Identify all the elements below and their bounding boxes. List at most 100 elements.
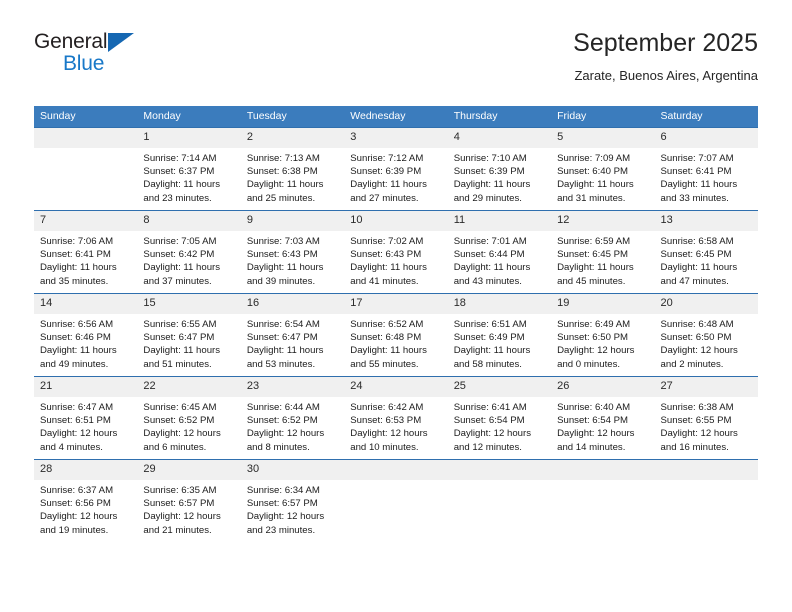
calendar-day-cell[interactable]: 25 Sunrise: 6:41 AM Sunset: 6:54 PM Dayligh… (447, 376, 552, 460)
calendar-day-cell[interactable]: 16 Sunrise: 6:54 AM Sunset: 6:47 PM Dayligh… (240, 293, 345, 377)
day-sun-info: Sunrise: 7:03 AM Sunset: 6:43 PM Daylight:… (241, 231, 344, 288)
sunset-text: Sunset: 6:52 PM (246, 415, 318, 427)
day-number: 19 (551, 294, 655, 314)
generalblue-logo: General Blue (34, 30, 214, 86)
page-header: General Blue September 2025 Zarate, Buen… (34, 28, 758, 92)
sunset-text: Sunset: 6:45 PM (660, 249, 732, 261)
day-number: 8 (137, 211, 241, 231)
sunset-text: Sunset: 6:47 PM (143, 332, 215, 344)
calendar-day-cell[interactable]: 23 Sunrise: 6:44 AM Sunset: 6:52 PM Dayligh… (240, 376, 345, 460)
calendar-day-cell[interactable]: 11 Sunrise: 7:01 AM Sunset: 6:44 PM Dayligh… (447, 210, 552, 294)
daylight-text-line2: and 4 minutes. (40, 441, 103, 453)
day-number (654, 460, 758, 480)
calendar-day-cell[interactable]: 22 Sunrise: 6:45 AM Sunset: 6:52 PM Dayligh… (137, 376, 241, 460)
calendar-day-cell[interactable]: 7 Sunrise: 7:06 AM Sunset: 6:41 PM Daylight… (34, 210, 138, 294)
calendar-day-cell[interactable]: 30 Sunrise: 6:34 AM Sunset: 6:57 PM Dayligh… (240, 459, 345, 542)
day-sun-info: Sunrise: 6:38 AM Sunset: 6:55 PM Daylight:… (655, 397, 758, 454)
day-number: 4 (447, 128, 552, 148)
calendar-day-cell[interactable]: 20 Sunrise: 6:48 AM Sunset: 6:50 PM Dayligh… (654, 293, 758, 377)
calendar-day-cell[interactable]: 26 Sunrise: 6:40 AM Sunset: 6:54 PM Dayligh… (551, 376, 655, 460)
calendar-day-cell[interactable]: 12 Sunrise: 6:59 AM Sunset: 6:45 PM Dayligh… (551, 210, 655, 294)
daylight-text-line1: Daylight: 12 hours (143, 511, 221, 523)
calendar-day-cell[interactable]: 14 Sunrise: 6:56 AM Sunset: 6:46 PM Dayligh… (34, 293, 138, 377)
calendar-day-cell[interactable]: 8 Sunrise: 7:05 AM Sunset: 6:42 PM Daylight… (137, 210, 241, 294)
weekday-header-wednesday: Wednesday (344, 106, 448, 128)
day-sun-info: Sunrise: 7:13 AM Sunset: 6:38 PM Daylight:… (241, 148, 344, 205)
day-number: 15 (137, 294, 241, 314)
logo-triangle-icon (108, 33, 134, 52)
calendar-day-cell[interactable]: 1 Sunrise: 7:14 AM Sunset: 6:37 PM Daylight… (137, 127, 241, 211)
sunrise-text: Sunrise: 7:07 AM (660, 153, 734, 164)
daylight-text-line2: and 27 minutes. (350, 192, 419, 204)
sunrise-text: Sunrise: 7:05 AM (143, 236, 217, 247)
sunset-text: Sunset: 6:57 PM (246, 498, 318, 510)
calendar-week-row: 1 Sunrise: 7:14 AM Sunset: 6:37 PM Daylight… (34, 127, 758, 211)
daylight-text-line2: and 0 minutes. (557, 358, 621, 370)
calendar-day-cell-empty (34, 127, 138, 211)
sunrise-text: Sunrise: 6:52 AM (350, 319, 424, 330)
sunrise-text: Sunrise: 7:10 AM (453, 153, 527, 164)
calendar-day-cell[interactable]: 27 Sunrise: 6:38 AM Sunset: 6:55 PM Dayligh… (654, 376, 758, 460)
calendar-day-cell[interactable]: 17 Sunrise: 6:52 AM Sunset: 6:48 PM Dayligh… (344, 293, 448, 377)
daylight-text-line1: Daylight: 11 hours (660, 262, 738, 274)
calendar-day-cell[interactable]: 15 Sunrise: 6:55 AM Sunset: 6:47 PM Dayligh… (137, 293, 241, 377)
calendar-day-cell[interactable]: 5 Sunrise: 7:09 AM Sunset: 6:40 PM Daylight… (551, 127, 655, 211)
sunrise-text: Sunrise: 6:55 AM (143, 319, 217, 330)
day-number: 25 (447, 377, 552, 397)
daylight-text-line2: and 25 minutes. (246, 192, 316, 204)
sunrise-text: Sunrise: 6:35 AM (143, 485, 217, 496)
daylight-text-line1: Daylight: 12 hours (40, 428, 118, 440)
sunrise-text: Sunrise: 6:47 AM (40, 402, 114, 413)
daylight-text-line2: and 39 minutes. (246, 275, 316, 287)
sunrise-text: Sunrise: 6:41 AM (453, 402, 527, 413)
day-number: 16 (240, 294, 345, 314)
calendar-week-row: 28 Sunrise: 6:37 AM Sunset: 6:56 PM Dayligh… (34, 459, 758, 542)
sunset-text: Sunset: 6:39 PM (350, 166, 422, 178)
daylight-text-line1: Daylight: 11 hours (350, 262, 427, 274)
daylight-text-line1: Daylight: 11 hours (350, 179, 427, 191)
calendar-week-row: 7 Sunrise: 7:06 AM Sunset: 6:41 PM Daylight… (34, 210, 758, 294)
sunrise-text: Sunrise: 7:09 AM (557, 153, 631, 164)
calendar-day-cell[interactable]: 10 Sunrise: 7:02 AM Sunset: 6:43 PM Dayligh… (344, 210, 448, 294)
calendar-day-cell[interactable]: 19 Sunrise: 6:49 AM Sunset: 6:50 PM Dayligh… (551, 293, 655, 377)
sunset-text: Sunset: 6:37 PM (143, 166, 215, 178)
weekday-header-saturday: Saturday (654, 106, 758, 128)
calendar-day-cell[interactable]: 24 Sunrise: 6:42 AM Sunset: 6:53 PM Dayligh… (344, 376, 448, 460)
page-subtitle-location: Zarate, Buenos Aires, Argentina (574, 68, 758, 83)
day-sun-info: Sunrise: 6:37 AM Sunset: 6:56 PM Daylight:… (34, 480, 137, 537)
day-number: 11 (447, 211, 552, 231)
calendar-week-row: 21 Sunrise: 6:47 AM Sunset: 6:51 PM Dayligh… (34, 376, 758, 460)
day-number: 17 (344, 294, 448, 314)
day-sun-info: Sunrise: 7:06 AM Sunset: 6:41 PM Daylight:… (34, 231, 137, 288)
calendar-day-cell-empty (551, 459, 655, 542)
calendar-day-cell[interactable]: 21 Sunrise: 6:47 AM Sunset: 6:51 PM Dayligh… (34, 376, 138, 460)
calendar-day-cell[interactable]: 9 Sunrise: 7:03 AM Sunset: 6:43 PM Daylight… (240, 210, 345, 294)
sunset-text: Sunset: 6:42 PM (143, 249, 215, 261)
daylight-text-line1: Daylight: 11 hours (453, 345, 531, 357)
page-title: September 2025 (573, 29, 758, 57)
day-number: 20 (654, 294, 758, 314)
calendar-day-cell[interactable]: 2 Sunrise: 7:13 AM Sunset: 6:38 PM Daylight… (240, 127, 345, 211)
logo-text-blue: Blue (63, 52, 105, 75)
day-number: 10 (344, 211, 448, 231)
calendar-day-cell[interactable]: 4 Sunrise: 7:10 AM Sunset: 6:39 PM Daylight… (447, 127, 552, 211)
calendar-day-cell[interactable]: 6 Sunrise: 7:07 AM Sunset: 6:41 PM Daylight… (654, 127, 758, 211)
sunset-text: Sunset: 6:57 PM (143, 498, 215, 510)
calendar-day-cell[interactable]: 28 Sunrise: 6:37 AM Sunset: 6:56 PM Dayligh… (34, 459, 138, 542)
sunrise-text: Sunrise: 7:01 AM (453, 236, 527, 247)
daylight-text-line1: Daylight: 12 hours (557, 345, 635, 357)
day-sun-info: Sunrise: 6:55 AM Sunset: 6:47 PM Daylight:… (137, 314, 240, 371)
day-sun-info: Sunrise: 6:52 AM Sunset: 6:48 PM Daylight:… (344, 314, 447, 371)
daylight-text-line2: and 10 minutes. (350, 441, 419, 453)
daylight-text-line1: Daylight: 12 hours (660, 428, 738, 440)
day-sun-info: Sunrise: 6:59 AM Sunset: 6:45 PM Daylight:… (551, 231, 654, 288)
sunrise-text: Sunrise: 6:38 AM (660, 402, 734, 413)
daylight-text-line1: Daylight: 12 hours (143, 428, 221, 440)
calendar-day-cell[interactable]: 13 Sunrise: 6:58 AM Sunset: 6:45 PM Dayligh… (654, 210, 758, 294)
day-number: 3 (344, 128, 448, 148)
calendar-day-cell[interactable]: 3 Sunrise: 7:12 AM Sunset: 6:39 PM Daylight… (344, 127, 448, 211)
calendar-day-cell[interactable]: 29 Sunrise: 6:35 AM Sunset: 6:57 PM Dayligh… (137, 459, 241, 542)
calendar-day-cell[interactable]: 18 Sunrise: 6:51 AM Sunset: 6:49 PM Dayligh… (447, 293, 552, 377)
sunrise-text: Sunrise: 7:12 AM (350, 153, 424, 164)
daylight-text-line2: and 53 minutes. (246, 358, 316, 370)
